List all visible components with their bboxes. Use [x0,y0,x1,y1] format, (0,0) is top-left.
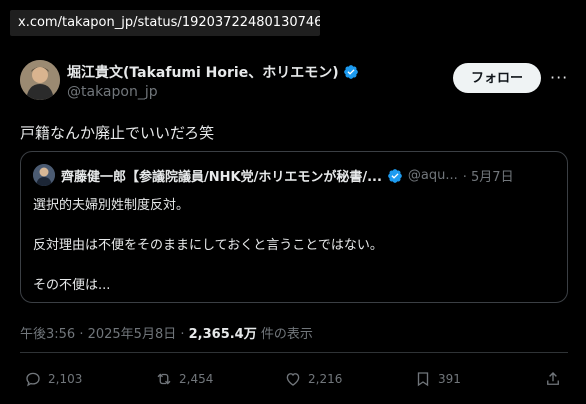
quote-verified-badge-icon [388,168,402,183]
quote-text-line-2: 反対理由は不便をそのままにしておくと言うことではない。 [33,238,383,253]
author-name-row: 堀江貴文(Takafumi Horie、ホリエモン) [67,62,359,82]
avatar[interactable] [20,60,60,100]
bookmark-icon [417,372,429,387]
reply-count: 2,103 [48,372,83,386]
tweet-metadata: 午後3:56 · 2025年5月8日 · 2,365.4万 件の表示 [20,323,313,342]
share-icon [547,372,559,385]
share-button[interactable] [544,370,562,388]
quote-display-name: 齊藤健一郎【参議院議員/NHK党/ホリエモンが秘書/... [61,170,382,185]
verified-badge-icon [343,65,358,79]
action-bar: 2,103 2,454 2,216 391 [0,370,586,394]
quote-text-line-3: その不便は... [33,278,111,293]
quote-date: · 5月7日 [462,170,514,185]
like-count: 2,216 [308,372,343,386]
divider [20,352,568,353]
author-handle[interactable]: @takapon_jp [67,84,158,100]
bookmark-count: 391 [438,372,461,386]
view-count-label: 件の表示 [256,327,313,342]
more-options-icon[interactable]: ··· [550,70,568,86]
repost-icon [157,373,171,385]
tweet-text: 戸籍なんか廃止でいいだろ笑 [20,124,215,142]
repost-count: 2,454 [179,372,214,386]
reply-icon [26,372,40,387]
follow-button[interactable]: フォロー [453,63,541,93]
repost-button[interactable]: 2,454 [155,370,213,388]
tweet-timestamp[interactable]: 午後3:56 · 2025年5月8日 · [20,327,189,342]
url-bar[interactable]: x.com/takapon_jp/status/1920372248013074… [10,10,320,36]
view-count: 2,365.4万 [188,327,257,342]
like-button[interactable]: 2,216 [284,370,342,388]
author-display-name[interactable]: 堀江貴文(Takafumi Horie、ホリエモン) [67,62,339,82]
heart-icon [286,373,300,386]
bookmark-button[interactable]: 391 [414,370,461,388]
quote-handle: @aqu... [407,168,458,183]
quote-text-line-1: 選択的夫婦別姓制度反対。 [33,198,190,213]
quote-avatar [33,164,55,186]
reply-button[interactable]: 2,103 [24,370,82,388]
quoted-tweet-card[interactable]: 齊藤健一郎【参議院議員/NHK党/ホリエモンが秘書/... @aqu... · … [20,151,568,303]
quote-header: 齊藤健一郎【参議院議員/NHK党/ホリエモンが秘書/... @aqu... · … [61,166,514,185]
